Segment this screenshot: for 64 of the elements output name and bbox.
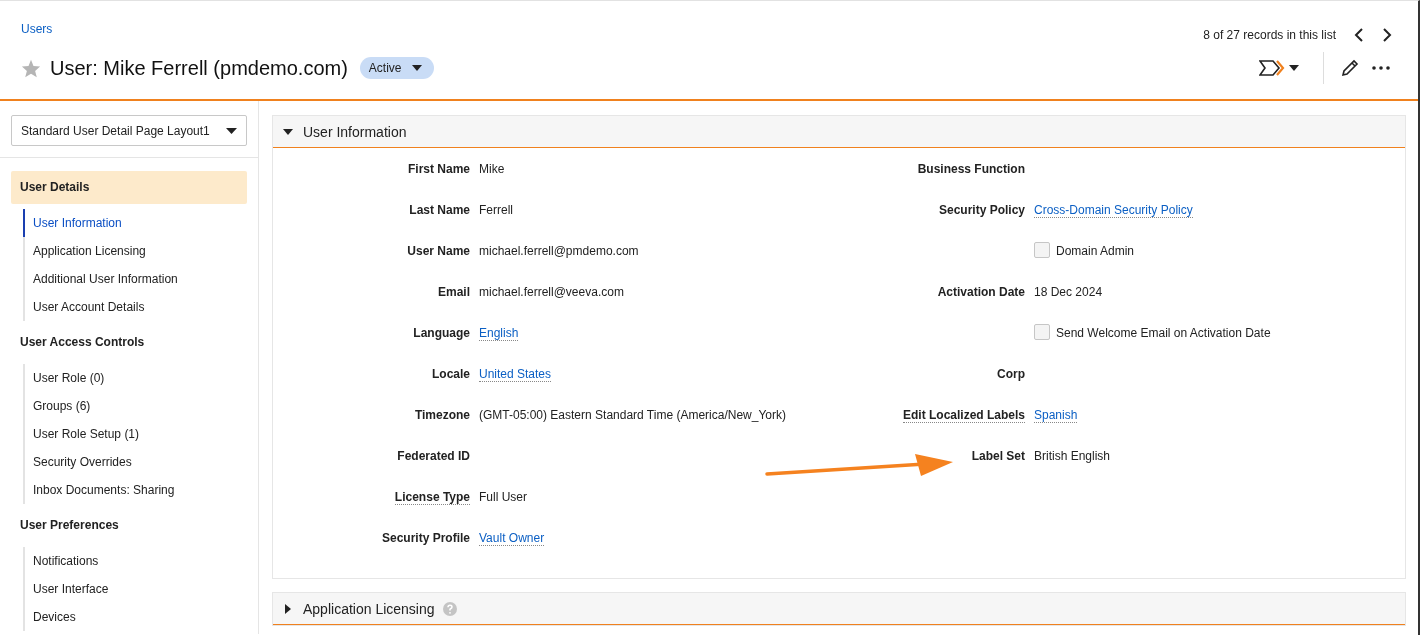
- nav-item[interactable]: Application Licensing: [23, 237, 247, 265]
- caret-down-icon[interactable]: [226, 127, 237, 134]
- caret-down-icon[interactable]: [411, 65, 422, 71]
- section-title: Application Licensing: [303, 600, 435, 617]
- field-label: Security Profile: [381, 531, 470, 545]
- nav-item[interactable]: User Role Setup (1): [23, 420, 247, 448]
- field-label: Business Function: [917, 162, 1025, 176]
- expand-icon[interactable]: [283, 603, 293, 614]
- field-link[interactable]: Vault Owner: [479, 531, 545, 546]
- nav-item[interactable]: Notifications: [23, 547, 247, 575]
- nav-section-heading[interactable]: User Details: [11, 171, 247, 204]
- star-icon[interactable]: [21, 58, 41, 78]
- field-label: Locale: [432, 367, 470, 381]
- field-label: First Name: [407, 162, 470, 176]
- collapse-icon[interactable]: [283, 126, 293, 137]
- page-title: User: Mike Ferrell (pmdemo.com): [50, 56, 348, 80]
- field-value: Full User: [479, 490, 527, 504]
- nav-section-heading[interactable]: User Access Controls: [11, 326, 247, 359]
- chevron-right-icon[interactable]: [1382, 27, 1392, 42]
- chevron-left-icon[interactable]: [1354, 27, 1364, 42]
- nav-item[interactable]: User Account Details: [23, 293, 247, 321]
- checkbox-label: Send Welcome Email on Activation Date: [1056, 326, 1271, 340]
- field-link[interactable]: English: [479, 326, 519, 341]
- field-label[interactable]: Edit Localized Labels: [902, 408, 1025, 423]
- field-value: michael.ferrell@veeva.com: [479, 285, 624, 299]
- field-label: Timezone: [414, 408, 470, 422]
- record-count: 8 of 27 records in this list: [1203, 27, 1336, 42]
- field-link[interactable]: United States: [479, 367, 552, 382]
- field-label: Label Set: [971, 449, 1025, 463]
- nav-section-heading[interactable]: User Preferences: [11, 509, 247, 542]
- field-value: michael.ferrell@pmdemo.com: [479, 244, 639, 258]
- checkbox[interactable]: [1034, 241, 1050, 258]
- field-label[interactable]: License Type: [394, 490, 470, 505]
- checkbox-label: Domain Admin: [1056, 244, 1135, 258]
- field-label: Security Policy: [938, 203, 1025, 217]
- field-value: (GMT-05:00) Eastern Standard Time (America/New_York): [479, 408, 786, 422]
- field-link[interactable]: Cross-Domain Security Policy: [1034, 203, 1193, 218]
- field-label: Language: [413, 326, 470, 340]
- field-label: Email: [438, 285, 470, 299]
- layout-dropdown[interactable]: Standard User Detail Page Layout1: [11, 115, 247, 146]
- nav-item[interactable]: Additional User Information: [23, 265, 247, 293]
- field-label: Last Name: [409, 203, 470, 217]
- field-value: 18 Dec 2024: [1034, 285, 1103, 299]
- field-value: Mike: [479, 162, 505, 176]
- nav-item[interactable]: Groups (6): [23, 392, 247, 420]
- section-title: User Information: [303, 123, 407, 140]
- nav-item[interactable]: User Information: [23, 209, 247, 237]
- field-label: Federated ID: [397, 449, 470, 463]
- field-link[interactable]: Spanish: [1034, 408, 1078, 423]
- nav-item[interactable]: Security Overrides: [23, 448, 247, 476]
- nav-item[interactable]: User Interface: [23, 575, 247, 603]
- field-label: Activation Date: [937, 285, 1025, 299]
- section-header[interactable]: User Information: [273, 116, 1405, 148]
- section-header[interactable]: Application Licensing: [273, 593, 1405, 625]
- field-label: Corp: [997, 367, 1025, 381]
- field-value: British English: [1034, 449, 1111, 463]
- field-value: Ferrell: [479, 203, 513, 217]
- field-label: User Name: [407, 244, 470, 258]
- breadcrumb-link[interactable]: Users: [21, 21, 53, 36]
- nav-item[interactable]: Devices: [23, 603, 247, 631]
- checkbox[interactable]: [1034, 323, 1050, 340]
- nav-item[interactable]: Inbox Documents: Sharing: [23, 476, 247, 504]
- nav-item[interactable]: User Role (0): [23, 364, 247, 392]
- status-dropdown[interactable]: Active: [359, 57, 434, 79]
